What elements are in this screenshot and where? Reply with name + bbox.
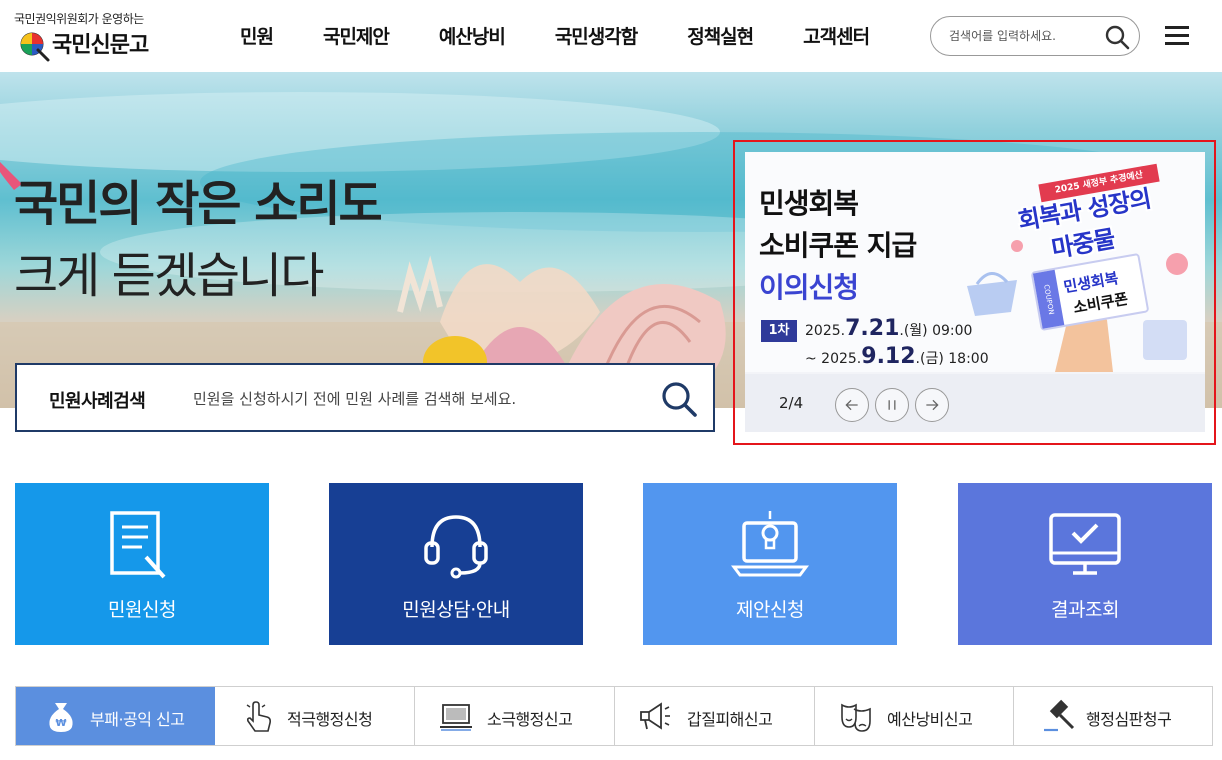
banner-page-indicator: 2/4 <box>779 394 804 412</box>
hand-tap-icon <box>246 701 271 732</box>
case-search-label: 민원사례검색 <box>49 391 146 412</box>
laptop-lightbulb-icon <box>731 511 809 577</box>
laptop-icon <box>440 704 472 731</box>
banner-controls: 2/4 <box>745 374 1205 432</box>
report-power-abuse[interactable]: 갑질피해신고 <box>615 687 815 745</box>
tile-label: 민원신청 <box>108 599 176 621</box>
nav-item-public-opinion[interactable]: 국민생각함 <box>555 22 638 49</box>
monitor-check-icon <box>1049 513 1121 575</box>
report-passive[interactable]: 소극행정신고 <box>415 687 615 745</box>
tile-label: 제안신청 <box>736 599 804 621</box>
case-search-input[interactable] <box>193 387 643 411</box>
nav-item-customer-center[interactable]: 고객센터 <box>803 22 870 49</box>
money-bag-icon: ₩ <box>49 703 73 732</box>
logo-name: 국민신문고 <box>52 32 149 58</box>
report-label: 부패·공익 신고 <box>90 710 185 729</box>
tile-proposal[interactable]: 제안신청 <box>643 483 897 645</box>
nav-item-proposal[interactable]: 국민제안 <box>323 22 390 49</box>
case-search-icon[interactable] <box>659 379 699 419</box>
nav-item-policy[interactable]: 정책실현 <box>687 22 754 49</box>
svg-text:₩: ₩ <box>55 718 66 729</box>
site-header: 국민권익위원회가 운영하는 국민신문고 민원 국민제안 예산낭비 국민생각함 정… <box>0 0 1222 72</box>
logo-subtitle: 국민권익위원회가 운영하는 <box>14 12 144 26</box>
tile-civil-application[interactable]: 민원신청 <box>15 483 269 645</box>
report-label: 적극행정신청 <box>287 710 373 729</box>
report-label: 갑질피해신고 <box>687 710 773 729</box>
report-corruption[interactable]: ₩ 부패·공익 신고 <box>16 687 215 745</box>
report-bar: ₩ 부패·공익 신고 적극행정신청 소극행정신고 갑질피해신고 예산낭비신고 행… <box>15 686 1213 746</box>
megaphone-icon <box>640 702 670 730</box>
header-search <box>930 16 1140 56</box>
search-icon[interactable] <box>1103 23 1131 51</box>
report-label: 소극행정신고 <box>487 710 573 729</box>
header-search-input[interactable] <box>949 26 1099 46</box>
tile-result-inquiry[interactable]: 결과조회 <box>958 483 1212 645</box>
tile-label: 민원상담·안내 <box>402 599 510 621</box>
tile-consultation[interactable]: 민원상담·안내 <box>329 483 583 645</box>
theater-mask-icon <box>841 703 871 732</box>
hero-title-line1: 국민의 작은 소리도 <box>14 176 383 232</box>
report-label: 예산낭비신고 <box>887 710 973 729</box>
site-logo[interactable]: 국민권익위원회가 운영하는 국민신문고 <box>14 10 174 64</box>
promo-banner[interactable]: 민생회복 소비쿠폰 지급 이의신청 1차 2025.7.21.(월) 09:00… <box>745 152 1205 432</box>
hamburger-menu-icon[interactable] <box>1163 24 1191 48</box>
next-arrow-icon[interactable] <box>915 388 949 422</box>
pause-icon[interactable] <box>875 388 909 422</box>
prev-arrow-icon[interactable] <box>835 388 869 422</box>
case-search-box: 민원사례검색 <box>15 363 715 432</box>
report-proactive[interactable]: 적극행정신청 <box>215 687 415 745</box>
nav-item-civil[interactable]: 민원 <box>240 22 274 49</box>
headset-icon <box>424 515 488 579</box>
logo-emblem-icon <box>20 32 50 62</box>
gavel-icon <box>1044 699 1075 732</box>
report-budget-waste[interactable]: 예산낭비신고 <box>815 687 1014 745</box>
report-label: 행정심판청구 <box>1086 710 1172 729</box>
nav-item-budget-waste[interactable]: 예산낭비 <box>439 22 506 49</box>
hero-title-line2: 크게 듣겠습니다 <box>14 248 324 304</box>
document-pen-icon <box>110 511 166 579</box>
report-administrative-appeal[interactable]: 행정심판청구 <box>1014 687 1212 745</box>
tile-label: 결과조회 <box>1051 599 1119 621</box>
main-nav: 민원 국민제안 예산낭비 국민생각함 정책실현 고객센터 <box>216 22 870 49</box>
